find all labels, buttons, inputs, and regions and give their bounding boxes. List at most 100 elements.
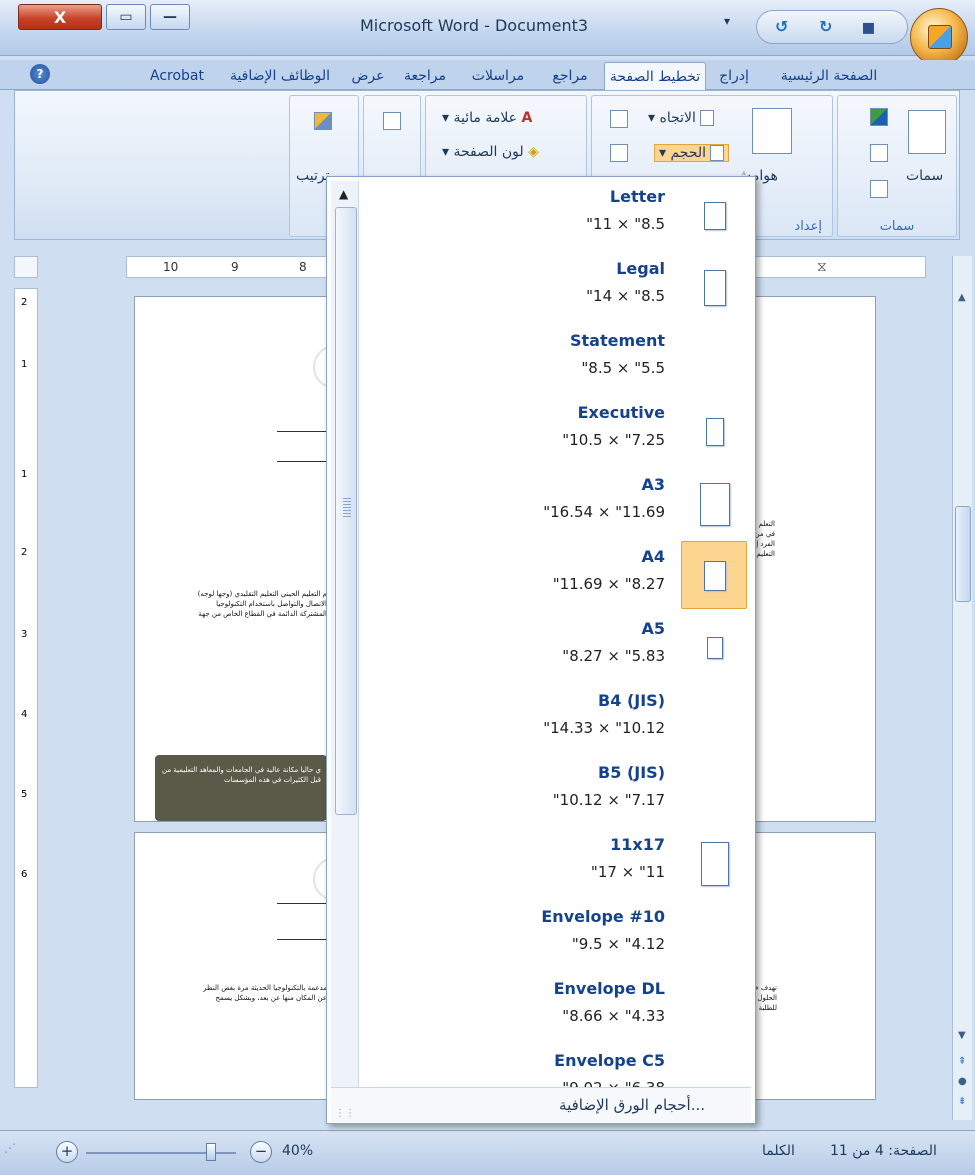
- close-button[interactable]: X: [18, 4, 102, 30]
- scroll-thumb[interactable]: [955, 506, 971, 602]
- ruler-number: 5: [21, 789, 28, 800]
- divider-line: [277, 431, 327, 432]
- word-count[interactable]: الكلما: [762, 1143, 795, 1159]
- browse-object-icon[interactable]: ●: [958, 1076, 967, 1087]
- paper-thumbnail-frame: [685, 833, 743, 893]
- tab-page-layout[interactable]: تخطيط الصفحة: [604, 62, 706, 90]
- theme-fonts-icon[interactable]: [870, 144, 888, 162]
- title-bar: X ▭ — Microsoft Word - Document3 ▾ ↺ ↻ ▪: [0, 0, 975, 66]
- dropdown-arrow-icon: ▾: [442, 110, 450, 126]
- tab-references[interactable]: مراجع: [540, 62, 600, 90]
- text-callout: ي حاليا مكانة عالية في الجامعات والمعاهد…: [155, 755, 327, 821]
- paper-size-option[interactable]: Envelope #10 "9.5 × "4.12: [363, 901, 753, 973]
- tab-home[interactable]: الصفحة الرئيسية: [762, 62, 896, 90]
- paper-thumbnail: [705, 418, 725, 446]
- paper-thumbnail: [707, 637, 723, 659]
- paper-thumbnail-frame: [685, 473, 743, 533]
- quick-access-toolbar: ↺ ↻ ▪: [756, 10, 908, 44]
- watermark-button[interactable]: ▾ علامة مائية A: [442, 110, 532, 126]
- menu-scroll-thumb[interactable]: [335, 207, 357, 815]
- size-icon: [710, 145, 725, 161]
- paper-size-option[interactable]: A4 "11.69 × "8.27: [363, 541, 753, 613]
- minimize-button[interactable]: —: [150, 4, 190, 30]
- ribbon-tabs: الصفحة الرئيسية إدراج تخطيط الصفحة مراجع…: [0, 60, 975, 90]
- paper-size-option[interactable]: B5 (JIS) "10.12 × "7.17: [363, 757, 753, 829]
- paper-thumbnail: [703, 201, 726, 231]
- tab-mailings[interactable]: مراسلات: [458, 62, 538, 90]
- paper-size-option[interactable]: Letter "11 × "8.5: [363, 181, 753, 253]
- paper-size-dimensions: "14.33 × "10.12: [543, 719, 665, 737]
- theme-colors-icon[interactable]: [870, 108, 888, 126]
- arrange-button[interactable]: ترتيب: [296, 168, 330, 184]
- paper-size-option[interactable]: 11x17 "17 × "11: [363, 829, 753, 901]
- tab-insert[interactable]: إدراج: [708, 62, 760, 90]
- help-icon[interactable]: ?: [30, 64, 50, 84]
- paper-size-option[interactable]: Executive "10.5 × "7.25: [363, 397, 753, 469]
- theme-effects-icon[interactable]: [870, 180, 888, 198]
- zoom-out-button[interactable]: −: [250, 1141, 272, 1163]
- office-button[interactable]: [910, 8, 968, 66]
- orientation-label: الاتجاه: [659, 110, 696, 126]
- paper-size-name: Statement: [569, 331, 665, 350]
- columns-icon[interactable]: [610, 110, 628, 128]
- paper-size-dimensions: "16.54 × "11.69: [543, 503, 665, 521]
- scroll-down-icon[interactable]: ▼: [958, 1030, 966, 1041]
- size-label: الحجم: [670, 145, 707, 161]
- tab-selector[interactable]: [14, 256, 38, 278]
- vertical-ruler[interactable]: 2 1 1 2 3 4 5 6: [14, 288, 38, 1088]
- margins-icon[interactable]: [752, 108, 792, 154]
- paper-size-dimensions: "10.12 × "7.17: [552, 791, 665, 809]
- menu-scrollbar[interactable]: ▲ ▼: [331, 181, 359, 1109]
- paper-size-option[interactable]: Envelope DL "8.66 × "4.33: [363, 973, 753, 1045]
- scroll-up-icon[interactable]: ▲: [339, 187, 348, 201]
- zoom-level[interactable]: 40%: [282, 1143, 313, 1159]
- paper-size-name: 11x17: [610, 835, 665, 854]
- paper-thumbnail-frame: [685, 761, 743, 821]
- paper-thumbnail: [704, 560, 726, 592]
- next-page-icon[interactable]: ⇟: [958, 1096, 966, 1107]
- breaks-icon[interactable]: [610, 144, 628, 162]
- orientation-icon: [700, 110, 715, 126]
- page-color-icon: ◈: [528, 144, 539, 160]
- vertical-scrollbar[interactable]: ▲ ▼ ⇞ ● ⇟: [952, 256, 972, 1120]
- paper-size-option[interactable]: A5 "8.27 × "5.83: [363, 613, 753, 685]
- page-color-button[interactable]: ▾ لون الصفحة ◈: [442, 144, 539, 160]
- redo-icon[interactable]: ↻: [819, 17, 832, 36]
- paper-size-option[interactable]: Statement "8.5 × "5.5: [363, 325, 753, 397]
- paper-size-name: Executive: [577, 403, 665, 422]
- more-paper-sizes-button[interactable]: أحجام الورق الإضافية...: [559, 1096, 705, 1114]
- indent-marker-icon[interactable]: ⧖: [817, 259, 827, 275]
- orientation-button[interactable]: ▾ الاتجاه: [648, 110, 715, 126]
- paper-size-option[interactable]: B4 (JIS) "14.33 × "10.12: [363, 685, 753, 757]
- undo-icon[interactable]: ↺: [775, 17, 788, 36]
- ruler-number: 10: [163, 260, 179, 274]
- ruler-number: 6: [21, 869, 28, 880]
- restore-button[interactable]: ▭: [106, 4, 146, 30]
- themes-group: سمات سمات: [837, 95, 957, 237]
- themes-button[interactable]: سمات: [906, 168, 943, 184]
- qat-customize-button[interactable]: ▾: [724, 14, 730, 28]
- paper-size-dimensions: "17 × "11: [590, 863, 665, 881]
- resize-grip-icon[interactable]: ⋰: [4, 1141, 16, 1155]
- tab-review[interactable]: مراجعة: [394, 62, 456, 90]
- tab-addins[interactable]: الوظائف الإضافية: [218, 62, 342, 90]
- page-count[interactable]: الصفحة: 4 من 11: [830, 1143, 937, 1159]
- size-button[interactable]: ▾ الحجم: [654, 144, 730, 162]
- tab-acrobat[interactable]: Acrobat: [138, 62, 216, 90]
- arrange-icon[interactable]: [314, 112, 332, 130]
- resize-grip-icon[interactable]: ⋮⋮: [335, 1108, 355, 1119]
- zoom-slider-thumb[interactable]: [206, 1143, 216, 1161]
- paper-size-name: Envelope #10: [541, 907, 665, 926]
- tab-view[interactable]: عرض: [344, 62, 392, 90]
- zoom-in-button[interactable]: +: [56, 1141, 78, 1163]
- paper-size-menu[interactable]: ▲ ▼ Letter "11 × "8.5 Legal "14 × "8.5 State…: [326, 176, 756, 1124]
- page-color-label: لون الصفحة: [453, 144, 524, 160]
- scroll-up-icon[interactable]: ▲: [958, 292, 966, 303]
- save-icon[interactable]: ▪: [861, 15, 876, 40]
- paper-size-option[interactable]: A3 "16.54 × "11.69: [363, 469, 753, 541]
- themes-icon[interactable]: [908, 110, 946, 154]
- paper-thumbnail-frame: [681, 541, 747, 609]
- previous-page-icon[interactable]: ⇞: [958, 1056, 966, 1067]
- paper-size-option[interactable]: Legal "14 × "8.5: [363, 253, 753, 325]
- indent-icon[interactable]: [383, 112, 401, 130]
